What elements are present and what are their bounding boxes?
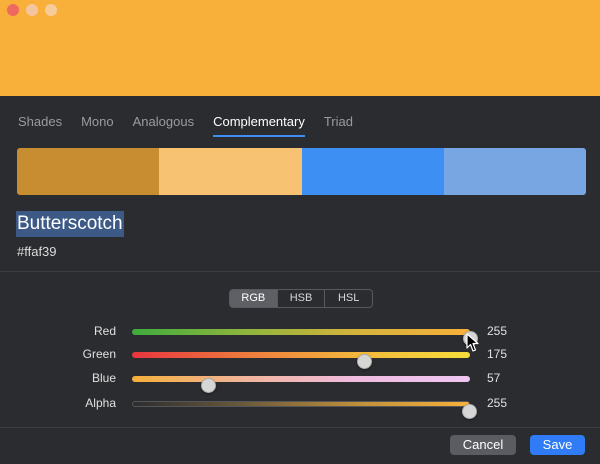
slider-label: Alpha bbox=[85, 396, 116, 410]
tab-complementary[interactable]: Complementary bbox=[213, 112, 305, 137]
swatch-4[interactable] bbox=[443, 148, 586, 195]
mouse-pointer-icon bbox=[466, 333, 479, 352]
mode-hsl[interactable]: HSL bbox=[324, 290, 372, 307]
window-controls bbox=[7, 4, 57, 16]
red-slider-track[interactable] bbox=[132, 329, 478, 346]
slider-value: 175 bbox=[487, 347, 508, 361]
color-preview bbox=[0, 0, 600, 96]
slider-label: Green bbox=[82, 347, 116, 361]
slider-row-alpha: Alpha 255 bbox=[0, 394, 600, 419]
tab-shades[interactable]: Shades bbox=[18, 112, 62, 137]
alpha-slider-thumb[interactable] bbox=[462, 404, 477, 419]
divider bbox=[0, 427, 600, 428]
palette-tabs: Shades Mono Analogous Complementary Tria… bbox=[18, 112, 372, 137]
swatch-3[interactable] bbox=[301, 148, 444, 195]
tab-mono[interactable]: Mono bbox=[81, 112, 114, 137]
slider-value: 255 bbox=[487, 324, 508, 338]
slider-label: Blue bbox=[91, 371, 116, 385]
color-hex-value[interactable]: #ffaf39 bbox=[17, 244, 57, 259]
close-window-button[interactable] bbox=[7, 4, 19, 16]
slider-value: 255 bbox=[487, 396, 508, 410]
slider-row-red: Red 255 bbox=[0, 322, 600, 346]
slider-row-green: Green 175 bbox=[0, 345, 600, 369]
divider bbox=[0, 271, 600, 272]
blue-slider-thumb[interactable] bbox=[200, 378, 216, 393]
slider-row-blue: Blue 57 bbox=[0, 369, 600, 393]
green-slider-track[interactable] bbox=[132, 352, 470, 369]
minimize-window-button[interactable] bbox=[26, 4, 38, 16]
green-slider-thumb[interactable] bbox=[356, 354, 372, 369]
swatch-strip bbox=[17, 148, 586, 195]
mode-hsb[interactable]: HSB bbox=[276, 290, 325, 307]
swatch-2[interactable] bbox=[159, 148, 302, 195]
swatch-1[interactable] bbox=[17, 148, 160, 195]
maximize-window-button[interactable] bbox=[45, 4, 57, 16]
slider-label: Red bbox=[93, 324, 116, 338]
mode-rgb[interactable]: RGB bbox=[230, 290, 277, 307]
tab-analogous[interactable]: Analogous bbox=[133, 112, 194, 137]
tab-triad[interactable]: Triad bbox=[324, 112, 353, 137]
slider-value: 57 bbox=[487, 371, 501, 385]
cancel-button[interactable]: Cancel bbox=[450, 435, 516, 455]
color-name[interactable]: Butterscotch bbox=[16, 211, 124, 237]
blue-slider-track[interactable] bbox=[132, 376, 470, 393]
color-mode-selector: RGB HSB HSL bbox=[229, 289, 373, 308]
alpha-slider-track[interactable] bbox=[132, 401, 477, 419]
save-button[interactable]: Save bbox=[530, 435, 585, 455]
